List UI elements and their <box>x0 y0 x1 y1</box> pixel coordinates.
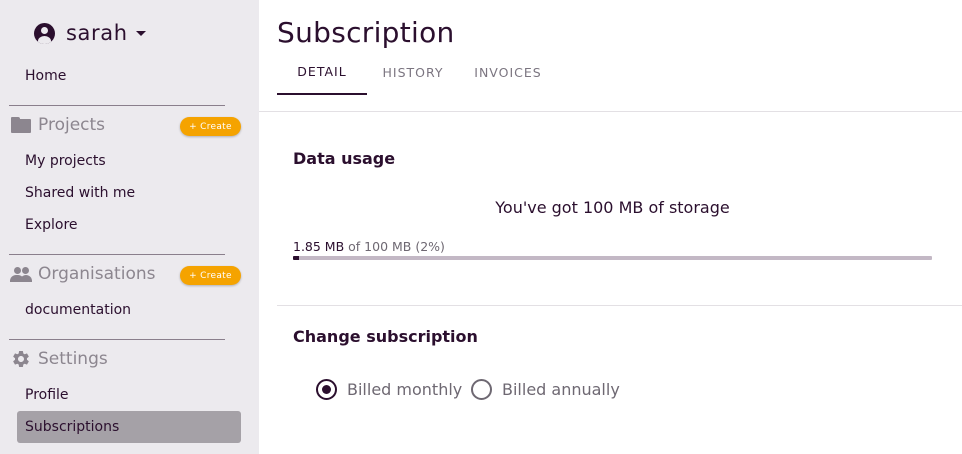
radio-billed-monthly[interactable]: Billed monthly <box>316 379 462 400</box>
caret-down-icon <box>135 30 146 36</box>
section-organisations: Organisations <box>10 263 155 285</box>
sidebar-item-profile[interactable]: Profile <box>25 386 69 404</box>
divider <box>9 105 225 106</box>
radio-label: Billed monthly <box>347 380 463 399</box>
usage-text: 1.85 MB of 100 MB (2%) <box>293 239 445 254</box>
user-name: sarah <box>66 21 128 45</box>
usage-progress-fill <box>293 256 300 260</box>
change-subscription-title: Change subscription <box>293 327 478 346</box>
usage-progress-bar <box>293 256 932 260</box>
divider <box>259 111 962 112</box>
section-settings: Settings <box>10 348 108 370</box>
section-title: Projects <box>38 115 106 135</box>
gear-icon <box>10 350 32 368</box>
account-circle-icon <box>34 22 55 44</box>
section-projects: Projects <box>10 114 105 136</box>
people-icon <box>10 265 32 283</box>
divider <box>277 305 962 306</box>
tab-history[interactable]: HISTORY <box>375 60 451 95</box>
storage-message: You've got 100 MB of storage <box>495 198 730 217</box>
section-title: Settings <box>38 349 108 369</box>
sidebar: sarah Home Projects + Create My projects… <box>0 0 259 454</box>
data-usage-title: Data usage <box>293 149 396 168</box>
divider <box>9 254 225 255</box>
sidebar-item-subscriptions[interactable]: Subscriptions <box>17 411 241 443</box>
section-title: Organisations <box>38 264 156 284</box>
sidebar-item-my-projects[interactable]: My projects <box>25 152 106 170</box>
sidebar-item-home[interactable]: Home <box>25 67 66 85</box>
divider <box>9 339 225 340</box>
usage-total: of 100 MB (2%) <box>348 239 445 254</box>
folder-icon <box>10 116 32 134</box>
radio-unchecked-icon[interactable] <box>471 379 492 400</box>
sidebar-item-shared-with-me[interactable]: Shared with me <box>25 184 135 202</box>
tab-invoices[interactable]: INVOICES <box>467 60 549 95</box>
tab-detail[interactable]: DETAIL <box>277 60 367 95</box>
create-organisation-button[interactable]: + Create <box>180 266 241 285</box>
radio-billed-annually[interactable]: Billed annually <box>471 379 620 400</box>
sidebar-item-label: Subscriptions <box>25 419 120 435</box>
user-menu[interactable]: sarah <box>34 20 146 46</box>
radio-label: Billed annually <box>502 380 620 399</box>
radio-checked-icon[interactable] <box>316 379 337 400</box>
page-title: Subscription <box>277 16 455 49</box>
usage-used: 1.85 MB <box>293 239 345 254</box>
create-project-button[interactable]: + Create <box>180 117 241 136</box>
sidebar-item-documentation[interactable]: documentation <box>25 301 131 319</box>
sidebar-item-explore[interactable]: Explore <box>25 216 78 234</box>
